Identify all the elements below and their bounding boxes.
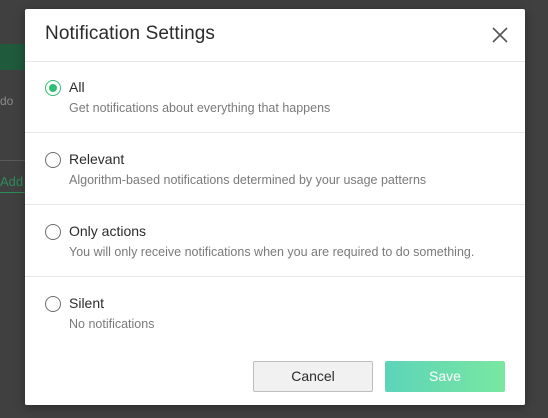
notification-settings-modal: Notification Settings All Get notificati…: [25, 9, 525, 405]
option-all[interactable]: All Get notifications about everything t…: [25, 61, 525, 133]
background-write-button: [0, 44, 28, 70]
radio-all[interactable]: [45, 80, 61, 96]
close-icon: [489, 24, 511, 46]
option-description: No notifications: [69, 317, 155, 331]
modal-title: Notification Settings: [45, 23, 216, 44]
option-description: Algorithm-based notifications determined…: [69, 173, 427, 187]
background-text-fragment: do: [0, 94, 14, 108]
modal-footer: Cancel Save: [25, 348, 525, 405]
close-button[interactable]: [489, 24, 511, 46]
option-silent[interactable]: Silent No notifications: [25, 277, 525, 349]
cancel-button[interactable]: Cancel: [253, 361, 373, 392]
option-description: Get notifications about everything that …: [69, 101, 331, 115]
background-add-link: Add: [0, 174, 26, 193]
radio-only-actions[interactable]: [45, 224, 61, 240]
radio-silent[interactable]: [45, 296, 61, 312]
radio-relevant[interactable]: [45, 152, 61, 168]
background-divider: [0, 160, 26, 161]
option-label: All: [69, 79, 85, 95]
option-only-actions[interactable]: Only actions You will only receive notif…: [25, 205, 525, 277]
save-button[interactable]: Save: [385, 361, 505, 392]
option-label: Only actions: [69, 223, 147, 239]
option-label: Relevant: [69, 151, 125, 167]
option-label: Silent: [69, 295, 105, 311]
modal-header: Notification Settings: [25, 9, 525, 62]
option-relevant[interactable]: Relevant Algorithm-based notifications d…: [25, 133, 525, 205]
option-description: You will only receive notifications when…: [69, 245, 475, 259]
